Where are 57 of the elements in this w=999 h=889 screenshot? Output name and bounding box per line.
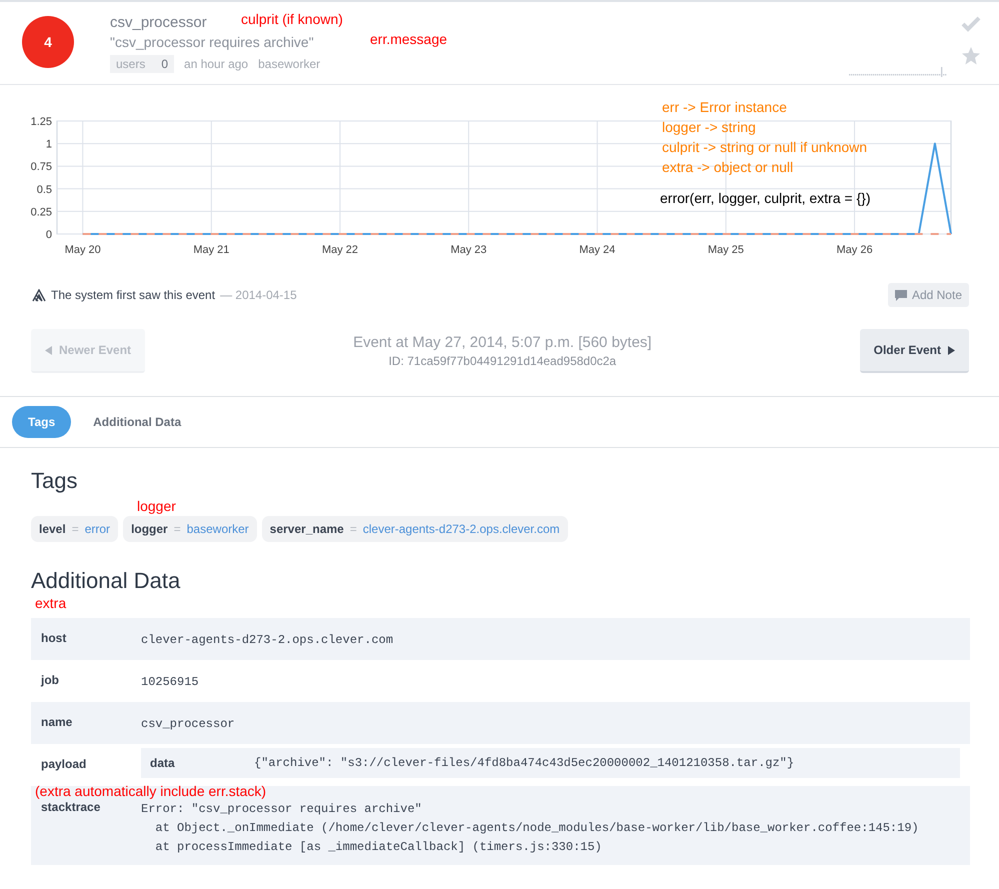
event-id: ID: 71ca59f77b04491291d14ead958d0c2a (388, 354, 618, 368)
comment-icon (894, 290, 907, 300)
annotation-text: error(err, logger, culprit, extra = {}) (660, 190, 870, 206)
event-logger: baseworker (258, 57, 320, 71)
event-message: "csv_processor requires archive" (110, 34, 314, 50)
right-arrow-icon (948, 346, 955, 354)
annotation-text: err.message (370, 31, 448, 47)
section-heading: Additional Data (31, 568, 182, 594)
section-heading: Tags (31, 468, 78, 494)
data-value: csv_processor (141, 716, 235, 733)
users-badge: users 0 (110, 55, 174, 73)
data-value: Error: "csv_processor requires archive" at Object._onImmediate (/home/clever/clever-agents/node_modules/base-worker/lib/base_worker.coffee:145:19) at processImmediate [as _immediateCallback] (timers.js:330:15) (141, 801, 919, 856)
annotation-text: err -> Error instance (662, 99, 787, 115)
data-key: host (41, 631, 141, 645)
tick-label: May 20 (64, 244, 101, 256)
older-event-button[interactable]: Older Event (860, 329, 969, 373)
left-arrow-icon (45, 346, 52, 354)
tick-label: 1.25 (30, 116, 52, 128)
annotation-text: logger (137, 498, 176, 514)
annotation-text: logger -> string (662, 119, 756, 135)
tick-label: 1 (46, 138, 52, 151)
event-culprit: csv_processor (110, 14, 207, 31)
data-key: name (41, 715, 141, 729)
data-value: {"archive": "s3://clever-files/4fd8ba474c43d5ec20000002_1401210358.tar.gz"} (254, 756, 794, 770)
tick-label: 0.5 (36, 184, 52, 196)
tag-pill[interactable]: logger = baseworker (123, 516, 257, 542)
first-seen-date: — 2014-04-15 (220, 288, 297, 302)
star-icon[interactable] (961, 46, 981, 66)
data-key: data (150, 756, 254, 770)
data-key: job (41, 673, 141, 687)
tick-label: 0.75 (30, 161, 52, 174)
tick-label: May 21 (193, 244, 230, 256)
annotation-text: culprit (if known) (241, 11, 343, 27)
annotation-text: extra -> object or null (662, 159, 794, 175)
tag-pill[interactable]: server_name = clever-agents-d273-2.ops.clever.com (262, 516, 568, 542)
tick-label: May 25 (708, 244, 744, 256)
annotation-text: (extra automatically include err.stack) (35, 783, 266, 799)
tag-pill[interactable]: level = error (31, 516, 118, 542)
data-key: stacktrace (41, 800, 141, 814)
event-title: Event at May 27, 2014, 5:07 p.m. [560 bytes] (353, 334, 652, 351)
tick-label: May 26 (836, 244, 873, 256)
data-value: clever-agents-d273-2.ops.clever.com (141, 632, 394, 649)
tick-label: May 23 (450, 244, 487, 256)
checkmark-icon[interactable] (961, 16, 981, 32)
annotation-text: culprit -> string or null if unknown (662, 139, 868, 155)
first-seen-text: The system first saw this event (51, 288, 216, 302)
data-key: payload (41, 757, 141, 771)
tick-label: May 24 (579, 244, 616, 256)
annotation-text: extra (35, 595, 66, 611)
logo-icon (32, 288, 46, 302)
event-count-badge: 4 (22, 16, 74, 68)
data-value: 10256915 (141, 674, 199, 691)
tick-label: 0 (46, 229, 52, 241)
tab[interactable]: Additional Data (77, 406, 198, 438)
event-time: an hour ago (184, 57, 248, 71)
tick-label: 0.25 (30, 206, 52, 218)
tick-label: May 22 (322, 244, 358, 256)
